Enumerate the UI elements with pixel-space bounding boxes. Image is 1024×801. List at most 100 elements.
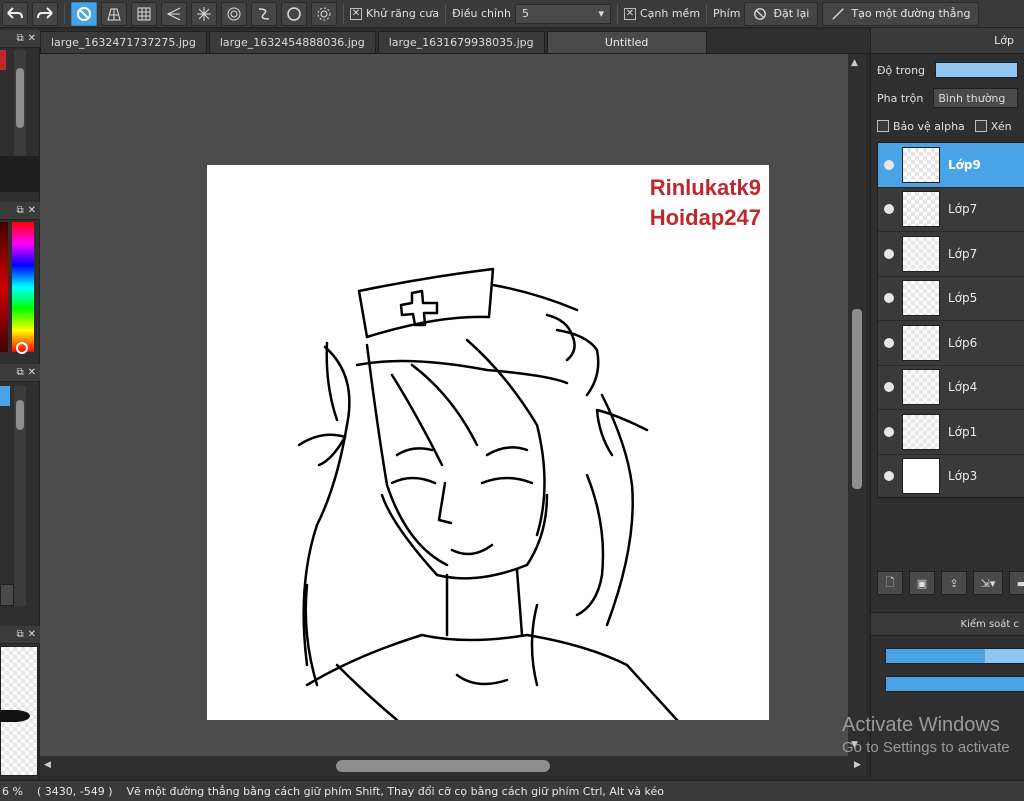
- arrow-up-icon[interactable]: ▲: [851, 58, 858, 68]
- hue-slider[interactable]: [12, 222, 34, 352]
- undo-button[interactable]: [2, 1, 28, 26]
- layer-row[interactable]: Lớp5: [878, 277, 1024, 321]
- ellipse-ruler-button[interactable]: [281, 1, 307, 26]
- canvas-horizontal-scrollbar[interactable]: ◀ ▶: [40, 756, 866, 776]
- tab-document-1[interactable]: large_1632471737275.jpg: [40, 31, 207, 53]
- layer-row[interactable]: Lớp6: [878, 321, 1024, 366]
- new-layer-image-button[interactable]: ▣: [909, 571, 935, 595]
- close-icon[interactable]: ✕: [28, 33, 36, 44]
- adjust-select[interactable]: 5 ▾: [514, 3, 611, 24]
- layer-thumbnail: [902, 191, 940, 228]
- close-icon[interactable]: ✕: [28, 629, 36, 640]
- canvas-vertical-scrollbar[interactable]: ▲ ▼: [848, 54, 866, 756]
- shortcut-label: Phím: [713, 7, 741, 20]
- float-panel-icon[interactable]: ⧉: [16, 33, 23, 44]
- visibility-icon[interactable]: [884, 159, 894, 170]
- settings-icon-selected[interactable]: [0, 386, 10, 406]
- close-icon[interactable]: ✕: [28, 367, 36, 378]
- ruler-off-button[interactable]: [71, 1, 97, 26]
- control-slider-1[interactable]: [885, 648, 1024, 664]
- status-bar: 6 % ( 3430, -549 ) Vẽ một đường thẳng bằ…: [0, 780, 1024, 801]
- panel-header: ⧉ ✕: [0, 626, 40, 644]
- layer-row[interactable]: Lớp9: [878, 143, 1024, 188]
- layer-thumbnail: [902, 369, 940, 406]
- blend-row: Pha trộn Bình thường: [871, 84, 1024, 112]
- clip-checkbox[interactable]: [974, 120, 987, 132]
- tab-document-3[interactable]: large_1631679938035.jpg: [377, 31, 545, 53]
- new-layer-button[interactable]: 🗋: [877, 571, 903, 595]
- radial-ruler-button[interactable]: [191, 1, 217, 26]
- layer-name: Lớp6: [948, 335, 978, 350]
- soft-edge-label: Cạnh mềm: [639, 7, 701, 20]
- tab-untitled[interactable]: Untitled: [546, 31, 707, 53]
- protect-alpha-toggle[interactable]: Bảo vệ alpha: [877, 120, 965, 133]
- protect-alpha-checkbox[interactable]: [877, 120, 889, 132]
- scroll-thumb[interactable]: [852, 309, 862, 489]
- layer-name: Lớp1: [948, 424, 978, 439]
- clip-toggle[interactable]: Xén: [974, 120, 1012, 133]
- arrow-right-icon[interactable]: ▶: [854, 760, 861, 770]
- control-slider-2[interactable]: [885, 676, 1024, 692]
- page-image-icon: ▣: [916, 576, 928, 590]
- visibility-icon[interactable]: [884, 426, 894, 437]
- float-panel-icon[interactable]: ⧉: [16, 367, 23, 378]
- new-folder-button[interactable]: ▬: [1009, 571, 1024, 595]
- control-slider-2-fill: [886, 677, 1024, 691]
- layer-row[interactable]: Lớp7: [878, 232, 1024, 277]
- layer-menu-button[interactable]: ⇲▾: [973, 571, 1003, 595]
- layer-row[interactable]: Lớp3: [878, 455, 1024, 499]
- layer-import-button[interactable]: ⇪: [941, 571, 967, 595]
- float-panel-icon[interactable]: ⧉: [16, 205, 23, 216]
- visibility-icon[interactable]: [884, 471, 894, 482]
- selected-swatch: [0, 50, 6, 70]
- small-square-button[interactable]: [0, 584, 14, 606]
- drawing-canvas[interactable]: Rinlukatk9 Hoidap247: [207, 165, 769, 720]
- concentric-ruler-button[interactable]: [221, 1, 247, 26]
- control-panel-title: Kiểm soát c: [871, 612, 1024, 636]
- arrow-down-icon[interactable]: ▼: [851, 740, 858, 750]
- curve-ruler-button[interactable]: [251, 1, 277, 26]
- scroll-thumb[interactable]: [336, 760, 550, 772]
- close-icon[interactable]: ✕: [28, 205, 36, 216]
- color-saturation-strip[interactable]: [0, 222, 8, 352]
- layer-row[interactable]: Lớp7: [878, 188, 1024, 232]
- brush-scrollbar[interactable]: [14, 50, 26, 158]
- visibility-icon[interactable]: [884, 337, 894, 348]
- page-arrow-icon: ⇪: [949, 576, 959, 590]
- blend-mode-select[interactable]: Bình thường: [933, 88, 1018, 108]
- antialias-checkbox[interactable]: ✕: [350, 7, 362, 20]
- reset-button[interactable]: Đặt lại: [744, 1, 819, 26]
- visibility-icon[interactable]: [884, 293, 894, 304]
- arrow-left-icon[interactable]: ◀: [44, 760, 51, 770]
- float-panel-icon[interactable]: ⧉: [16, 629, 23, 640]
- opacity-slider[interactable]: [935, 62, 1018, 78]
- new-page-icon: 🗋: [885, 575, 895, 589]
- layer-row[interactable]: Lớp1: [878, 410, 1024, 455]
- layer-name: Lớp5: [948, 291, 978, 306]
- soft-edge-toggle[interactable]: ✕ Cạnh mềm: [623, 7, 701, 20]
- visibility-icon[interactable]: [884, 204, 894, 215]
- create-line-button[interactable]: Tạo một đường thẳng: [822, 1, 980, 26]
- vanishing-ruler-button[interactable]: [161, 1, 187, 26]
- scroll-thumb[interactable]: [16, 68, 24, 128]
- tool-scrollbar[interactable]: [14, 386, 26, 606]
- hue-handle[interactable]: [16, 342, 28, 354]
- chevron-down-icon: ▾: [598, 7, 604, 20]
- visibility-icon[interactable]: [884, 382, 894, 393]
- grid-ruler-button[interactable]: [131, 1, 157, 26]
- ruler-settings-button[interactable]: [311, 1, 337, 26]
- top-toolbar: ✕ Khử răng cưa Điều chỉnh 5 ▾ ✕ Cạnh mềm…: [0, 0, 1024, 28]
- create-line-label: Tạo một đường thẳng: [851, 7, 971, 20]
- visibility-icon[interactable]: [884, 248, 894, 259]
- antialias-toggle[interactable]: ✕ Khử răng cưa: [350, 7, 439, 20]
- soft-edge-checkbox[interactable]: ✕: [623, 7, 636, 20]
- redo-button[interactable]: [32, 1, 58, 26]
- page-dropdown-icon: ⇲▾: [980, 576, 996, 590]
- color-panel: ⧉ ✕: [0, 202, 40, 362]
- perspective-ruler-button[interactable]: [101, 1, 127, 26]
- scroll-thumb[interactable]: [16, 400, 24, 430]
- protect-alpha-label: Bảo vệ alpha: [893, 119, 965, 133]
- tab-document-2[interactable]: large_1632454888036.jpg: [208, 31, 376, 53]
- cursor-coordinates: ( 3430, -549 ): [36, 784, 113, 798]
- layer-row[interactable]: Lớp4: [878, 366, 1024, 410]
